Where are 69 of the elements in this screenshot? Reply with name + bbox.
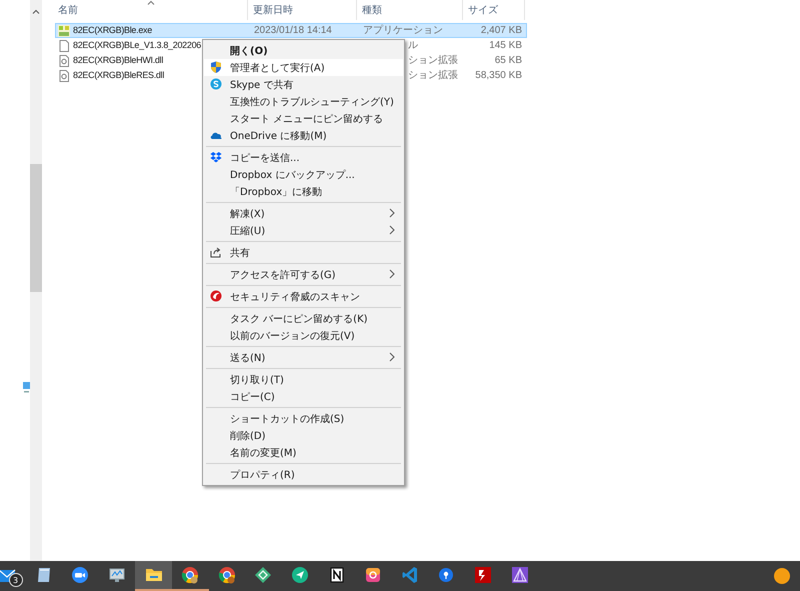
menu-item[interactable]: コピー(C) [204,388,403,405]
scan-icon [210,290,222,302]
menu-item[interactable]: 以前のバージョンの復元(V) [204,327,403,344]
notebook-icon [328,566,346,584]
scroll-up-icon[interactable] [32,9,40,14]
app-icon [58,24,70,36]
menu-item[interactable]: 管理者として実行(A) [204,59,403,76]
taskbar-button[interactable]: 3 [0,561,26,591]
menu-item[interactable]: 開く(O) [204,42,403,59]
browser-icon [181,566,200,584]
scrollbar-thumb[interactable] [30,164,42,292]
menu-item[interactable]: 圧縮(U) [204,222,403,239]
settings-file-icon [58,70,70,82]
menu-item[interactable]: スタート メニューにピン留めする [204,110,403,127]
file-name[interactable]: 82EC(XRGB)BleHWI.dll [73,54,164,67]
lightning-icon [474,566,492,584]
menu-item[interactable]: プロパティ(R) [204,466,403,483]
sort-caret-icon [147,0,155,5]
file-name[interactable]: 82EC(XRGB)Ble.exe [73,24,152,37]
column-header[interactable]: サイズ [463,0,525,20]
menu-item[interactable]: コピーを送信... [204,149,403,166]
open-box-icon [210,151,222,163]
send-icon [291,566,310,584]
menu-item[interactable]: タスク バーにピン留めする(K) [204,310,403,327]
file-size: 58,350 KB [474,69,523,82]
file-name[interactable]: 82EC(XRGB)BleRES.dll [73,69,164,82]
file-type: ション拡張 [407,69,459,82]
share-icon [210,246,222,258]
column-header[interactable]: 名前 [55,0,248,20]
menu-item[interactable]: 共有 [204,244,403,261]
folder-icon [144,566,163,584]
diamond-icon [254,566,272,584]
notification-badge: 3 [8,573,23,587]
column-header[interactable]: 更新日時 [248,0,357,20]
file-type: ル [407,39,419,52]
menu-item[interactable]: 名前の変更(M) [204,444,403,461]
menu-item[interactable]: 解凍(X) [204,205,403,222]
modified-date: 2023/01/18 14:14 [253,24,333,37]
computer-icon[interactable] [23,382,30,394]
file-size: 2,407 KB [480,24,523,37]
settings-file-icon [58,54,70,66]
menu-item[interactable]: Dropbox にバックアップ... [204,166,403,183]
code-editor-icon [400,566,419,584]
menu-item[interactable]: 削除(D) [204,427,403,444]
menu-item[interactable]: Skype で共有 [204,76,403,93]
video-call-icon [71,566,90,584]
column-header[interactable]: 種類 [357,0,463,20]
file-size: 145 KB [488,39,523,52]
file-size: 65 KB [494,54,523,67]
monitor-icon [108,566,126,584]
menu-item[interactable]: セキュリティ脅威のスキャン [204,288,403,305]
menu-item[interactable]: アクセスを許可する(G) [204,266,403,283]
selected-row[interactable]: 82EC(XRGB)Ble.exe 2023/01/18 14:14 アプリケーション 2,407 KB [55,23,527,38]
menu-item[interactable]: ショートカットの作成(S) [204,410,403,427]
menu-item[interactable]: 互換性のトラブルシューティング(Y) [204,93,403,110]
file-type: ション拡張 [407,54,459,67]
menu-item[interactable]: 「Dropbox」に移動 [204,183,403,200]
file-name[interactable]: 82EC(XRGB)BLe_V1.3.8_202206 [73,39,201,52]
triangle-icon [510,566,529,584]
menu-item[interactable]: OneDrive に移動(M) [204,127,403,144]
file-type: アプリケーション [362,24,444,37]
shield-icon [210,61,222,73]
menu-item[interactable]: 送る(N) [204,349,403,366]
browser-icon [218,566,236,584]
user-avatar[interactable] [773,567,791,585]
chat-bubble-icon [210,78,222,90]
menu-item[interactable]: 切り取り(T) [204,371,403,388]
location-pin-icon [437,566,456,584]
rainbow-square-icon [364,566,382,584]
